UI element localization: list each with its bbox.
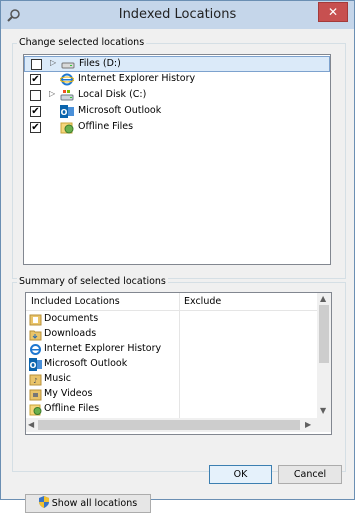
list-item-label: Offline Files (44, 403, 100, 414)
offline-files-icon (60, 122, 74, 134)
list-item-label: Documents (44, 313, 99, 324)
locations-tree[interactable]: ▷ Files (D:) ✔ Internet Explorer History… (23, 54, 331, 265)
tree-item-local-disk-c[interactable]: ▷ Local Disk (C:) (24, 88, 330, 104)
list-item-label: Music (44, 373, 72, 384)
scroll-up-arrow-icon[interactable]: ▲ (320, 294, 326, 303)
ok-button[interactable]: OK (209, 465, 272, 484)
tree-item-label: Internet Explorer History (78, 73, 196, 84)
scroll-down-arrow-icon[interactable]: ▼ (320, 406, 326, 415)
tree-item-ie-history[interactable]: ✔ Internet Explorer History (24, 72, 330, 88)
list-item-label: Downloads (44, 328, 97, 339)
svg-text:♪: ♪ (33, 377, 37, 385)
cancel-button[interactable]: Cancel (278, 465, 342, 484)
checkbox-local-disk-c[interactable] (30, 90, 41, 101)
window-title: Indexed Locations (118, 7, 237, 22)
title-bar[interactable]: Indexed Locations ✕ (1, 1, 354, 29)
svg-text:O: O (61, 108, 68, 117)
tree-item-offline-files[interactable]: ✔ Offline Files (24, 120, 330, 136)
list-item-label: Internet Explorer History (44, 343, 162, 354)
list-item-label: My Videos (44, 388, 93, 399)
column-header-exclude[interactable]: Exclude (184, 296, 221, 307)
library-folder-icon (29, 389, 42, 401)
checkbox-ie-history[interactable]: ✔ (30, 74, 41, 85)
horizontal-scrollbar[interactable]: ◀ ▶ (26, 418, 317, 432)
tree-item-label: Offline Files (78, 121, 134, 132)
library-folder-icon: ♪ (29, 374, 42, 386)
summary-label: Summary of selected locations (17, 276, 168, 287)
expand-arrow-icon[interactable]: ▷ (50, 58, 56, 67)
hard-drive-icon (60, 90, 74, 101)
column-divider[interactable] (179, 293, 180, 310)
internet-explorer-icon (60, 73, 74, 86)
close-button[interactable]: ✕ (318, 2, 348, 22)
horizontal-scroll-thumb[interactable] (38, 420, 300, 430)
tree-item-label: Local Disk (C:) (78, 89, 147, 100)
svg-text:O: O (30, 361, 37, 370)
tree-item-files-d[interactable]: ▷ Files (D:) (24, 56, 330, 72)
column-divider-line (179, 310, 180, 418)
list-item-label: Microsoft Outlook (44, 358, 128, 369)
scrollbar-corner (317, 418, 331, 432)
change-locations-label: Change selected locations (17, 37, 147, 48)
library-folder-icon (29, 314, 42, 326)
summary-list[interactable]: Included Locations Exclude Documents Dow… (25, 292, 332, 435)
folder-icon (29, 330, 42, 341)
checkbox-offline-files[interactable]: ✔ (30, 122, 41, 133)
uac-shield-icon (38, 496, 49, 508)
list-header: Included Locations Exclude (26, 293, 317, 311)
expand-arrow-icon[interactable]: ▷ (49, 89, 55, 98)
tree-item-label: Files (D:) (79, 58, 121, 69)
vertical-scrollbar[interactable]: ▲ ▼ (317, 293, 331, 418)
offline-files-icon (29, 404, 42, 416)
outlook-icon: O (29, 358, 42, 371)
tree-item-outlook[interactable]: ✔ O Microsoft Outlook (24, 104, 330, 120)
vertical-scroll-thumb[interactable] (319, 305, 329, 363)
column-header-included[interactable]: Included Locations (31, 296, 120, 307)
outlook-icon: O (60, 105, 74, 118)
scroll-right-arrow-icon[interactable]: ▶ (305, 420, 311, 429)
indexed-locations-dialog: Indexed Locations ✕ Change selected loca… (0, 0, 355, 513)
show-all-locations-button[interactable]: Show all locations (25, 494, 151, 513)
checkbox-outlook[interactable]: ✔ (30, 106, 41, 117)
removable-drive-icon (61, 62, 75, 69)
tree-item-label: Microsoft Outlook (78, 105, 162, 116)
internet-explorer-icon (30, 344, 41, 355)
checkbox-files-d[interactable] (31, 59, 42, 70)
scroll-left-arrow-icon[interactable]: ◀ (28, 420, 34, 429)
